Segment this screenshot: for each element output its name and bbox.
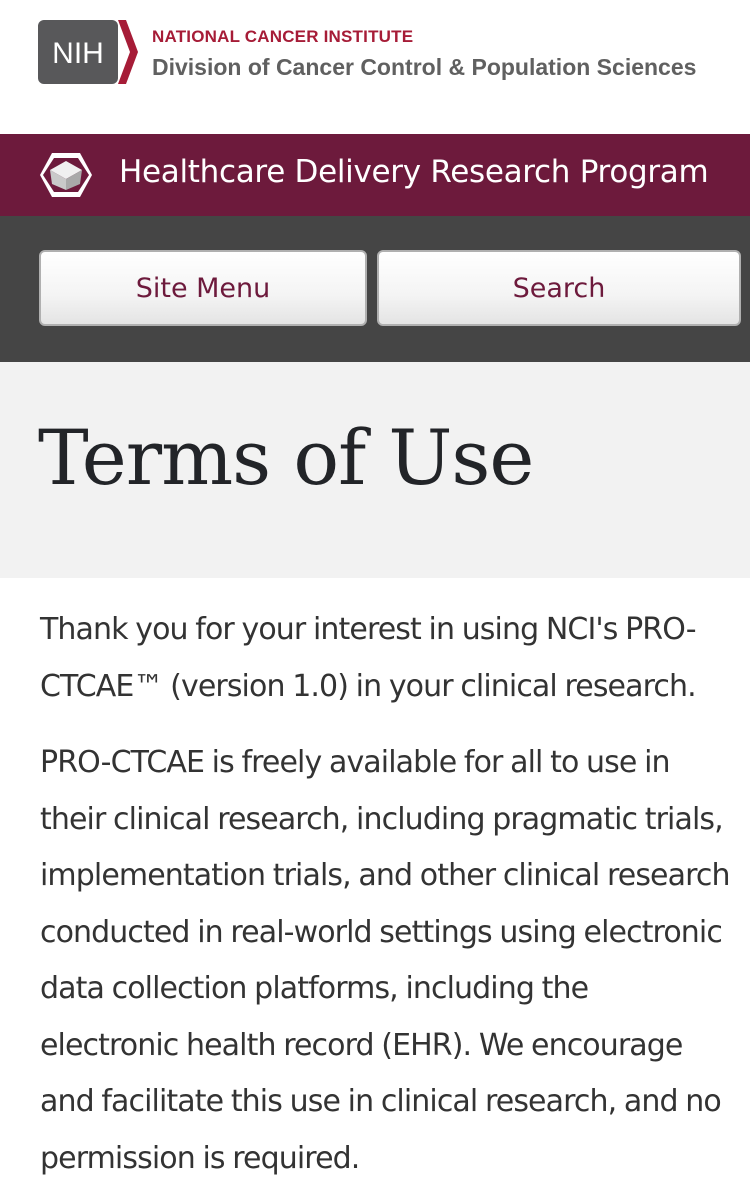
main-content: Thank you for your interest in using NCI… (0, 578, 750, 1187)
hexagon-cube-icon (38, 151, 94, 199)
usage-paragraph: PRO-CTCAE is freely available for all to… (40, 745, 730, 1176)
program-title[interactable]: Healthcare Delivery Research Program (119, 154, 709, 190)
nih-logo-text: NIH (52, 37, 104, 70)
page-title: Terms of Use (38, 413, 534, 502)
nih-logo[interactable]: NIH (38, 20, 138, 84)
program-banner[interactable]: Healthcare Delivery Research Program (0, 134, 750, 216)
nih-logo-icon: NIH (38, 20, 138, 84)
nav-bar: Site Menu Search (0, 216, 750, 362)
institute-name[interactable]: NATIONAL CANCER INSTITUTE (152, 27, 696, 47)
org-text: NATIONAL CANCER INSTITUTE Division of Ca… (152, 27, 696, 81)
title-band: Terms of Use (0, 362, 750, 578)
intro-paragraph: Thank you for your interest in using NCI… (40, 612, 697, 704)
site-menu-button[interactable]: Site Menu (39, 250, 367, 326)
search-button[interactable]: Search (377, 250, 741, 326)
division-name[interactable]: Division of Cancer Control & Population … (152, 54, 696, 81)
site-header: NIH NATIONAL CANCER INSTITUTE Division o… (0, 0, 750, 134)
